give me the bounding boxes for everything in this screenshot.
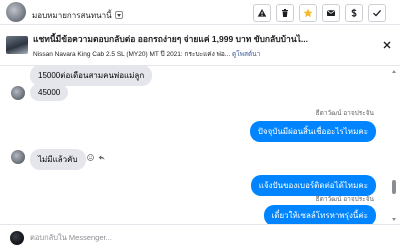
alert-icon [257, 9, 267, 17]
listing-text: แชทนี้มีข้อความตอบกลับต่อ ออกรถง่ายๆ จ่า… [33, 32, 374, 59]
listing-subtitle: Nissan Navara King Cab 2.5 SL (MY20) MT … [33, 49, 374, 59]
message-bubble-outgoing[interactable]: แจ้งปันของเบอร์ติดต่อได้ไหมคะ [250, 175, 376, 196]
customer-avatar [11, 86, 25, 100]
listing-description: Nissan Navara King Cab 2.5 SL (MY20) MT … [33, 50, 231, 58]
message-bubble-incoming[interactable]: 45000 [30, 84, 69, 101]
see-post-link[interactable]: ดูโพสต์นา [232, 51, 260, 58]
sender-name: ธีดาวัฒน์ อาจประจัน [315, 196, 374, 203]
mark-done-button[interactable] [368, 4, 386, 22]
conversation-toolbar [253, 4, 386, 22]
emoji-react-icon[interactable] [87, 154, 94, 161]
mail-icon [327, 10, 335, 16]
listing-title: แชทนี้มีข้อความตอบกลับต่อ ออกรถง่ายๆ จ่า… [33, 33, 308, 44]
mark-unread-button[interactable] [322, 4, 340, 22]
check-icon [373, 9, 382, 17]
trash-icon [282, 9, 288, 17]
message-bubble-incoming[interactable]: ไม่มีแล้วคับ [30, 149, 86, 170]
mark-spam-button[interactable] [253, 4, 271, 22]
page-avatar [10, 230, 24, 245]
message-scrollbar[interactable] [390, 66, 398, 224]
dollar-icon [351, 8, 357, 18]
conversation-header: มอบหมายการสนทนานี้ [0, 0, 400, 24]
message-bubble-outgoing[interactable]: ปัจจุบันมีผ่อนสิ้นเชื่ออะไรไหมคะ [249, 121, 376, 142]
customer-avatar[interactable] [6, 2, 26, 22]
delete-button[interactable] [276, 4, 294, 22]
reply-icon[interactable] [98, 154, 105, 161]
payment-button[interactable] [345, 4, 363, 22]
chevron-down-icon [114, 11, 123, 19]
close-listing-button[interactable] [380, 38, 394, 52]
close-icon [383, 41, 391, 49]
reply-input[interactable] [30, 233, 230, 242]
message-bubble-outgoing[interactable]: เดี๋ยวให้เซลล์โทรหาพรุ่งนี้ค่ะ [263, 205, 376, 224]
message-bubble-incoming[interactable]: 15000ต่อเดือนสามคนพ่อแม่ลูก [30, 66, 153, 86]
customer-avatar [11, 150, 25, 164]
message-thread[interactable]: 15000ต่อเดือนสามคนพ่อแม่ลูก 45000 ธีดาวั… [0, 66, 388, 224]
listing-thumbnail[interactable] [6, 36, 28, 54]
listing-context-bar: แชทนี้มีข้อความตอบกลับต่อ ออกรถง่ายๆ จ่า… [0, 24, 400, 66]
scrollbar-thumb[interactable] [392, 180, 396, 194]
scroll-down-arrow[interactable] [392, 218, 396, 221]
reply-composer [0, 224, 400, 250]
message-actions [87, 154, 105, 161]
star-button[interactable] [299, 4, 317, 22]
star-icon [303, 8, 313, 18]
assign-label: มอบหมายการสนทนานี้ [32, 10, 112, 20]
scroll-up-arrow[interactable] [392, 70, 396, 73]
assign-conversation-dropdown[interactable]: มอบหมายการสนทนานี้ [32, 9, 123, 22]
sender-name: ธีดาวัฒน์ อาจประจัน [315, 110, 374, 117]
